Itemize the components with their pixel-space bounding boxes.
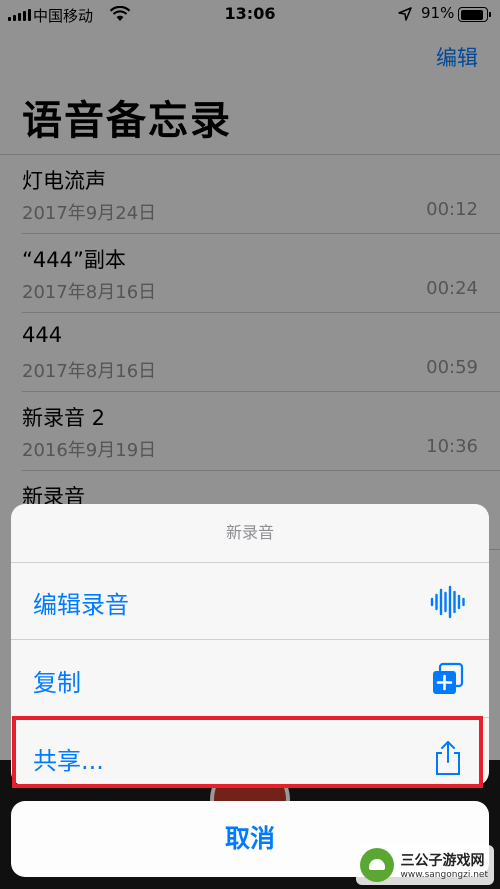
- watermark: 三公子游戏网 www.sangongzi.net: [356, 845, 494, 885]
- edit-recording-label: 编辑录音: [33, 591, 129, 619]
- duplicate-button[interactable]: 复制: [11, 641, 489, 718]
- watermark-url: www.sangongzi.net: [400, 870, 488, 880]
- duplicate-icon: [433, 662, 464, 694]
- action-sheet-title: 新录音: [11, 504, 489, 563]
- share-highlight-box: [12, 716, 483, 788]
- waveform-icon: [430, 585, 465, 619]
- duplicate-label: 复制: [33, 669, 81, 697]
- edit-recording-button[interactable]: 编辑录音: [11, 563, 489, 640]
- watermark-name: 三公子游戏网: [400, 853, 485, 869]
- watermark-logo-icon: [360, 848, 395, 882]
